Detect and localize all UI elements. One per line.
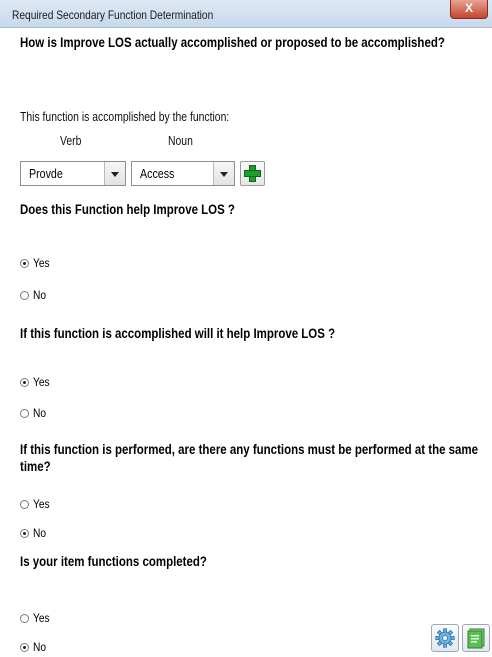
verb-header: Verb bbox=[60, 133, 82, 148]
radio-dot[interactable] bbox=[20, 528, 29, 538]
verb-select[interactable]: Provde bbox=[20, 161, 126, 186]
plus-icon[interactable] bbox=[240, 161, 265, 186]
title-bar: Required Secondary Function Determinatio… bbox=[0, 0, 492, 28]
radio-dot[interactable] bbox=[20, 642, 29, 652]
q2-yes-label: Yes bbox=[33, 256, 50, 270]
q5-yes-radio[interactable]: Yes bbox=[20, 610, 53, 626]
chevron-down-icon[interactable] bbox=[213, 162, 234, 185]
close-button[interactable]: X bbox=[450, 0, 488, 19]
report-button[interactable] bbox=[462, 624, 490, 652]
q4-yes-radio[interactable]: Yes bbox=[20, 496, 53, 512]
q5-no-radio[interactable]: No bbox=[20, 639, 48, 655]
q2-no-label: No bbox=[33, 288, 47, 302]
q2-yes-radio[interactable]: Yes bbox=[20, 255, 53, 271]
q4-yes-label: Yes bbox=[33, 497, 50, 511]
accomplished-by-label: This function is accomplished by the fun… bbox=[20, 109, 230, 124]
question-performed-same-time: If this function is performed, are there… bbox=[20, 441, 479, 474]
verb-select-value: Provde bbox=[29, 166, 63, 181]
q4-no-radio[interactable]: No bbox=[20, 525, 48, 541]
noun-select-value: Access bbox=[140, 166, 175, 181]
q3-no-label: No bbox=[33, 406, 47, 420]
q3-yes-radio[interactable]: Yes bbox=[20, 374, 53, 390]
noun-header: Noun bbox=[168, 133, 193, 148]
q3-no-radio[interactable]: No bbox=[20, 405, 48, 421]
chevron-down-icon[interactable] bbox=[104, 162, 125, 185]
question-will-help: If this function is accomplished will it… bbox=[20, 325, 336, 341]
settings-button[interactable] bbox=[431, 624, 459, 652]
radio-dot[interactable] bbox=[20, 613, 29, 623]
radio-dot[interactable] bbox=[20, 290, 29, 300]
radio-dot[interactable] bbox=[20, 408, 29, 418]
radio-dot[interactable] bbox=[20, 258, 29, 268]
question-accomplished: How is Improve LOS actually accomplished… bbox=[20, 34, 445, 50]
window-title: Required Secondary Function Determinatio… bbox=[12, 8, 214, 22]
q3-yes-label: Yes bbox=[33, 375, 50, 389]
q5-yes-label: Yes bbox=[33, 611, 50, 625]
document-icon bbox=[467, 628, 485, 649]
noun-select[interactable]: Access bbox=[131, 161, 235, 186]
q4-no-label: No bbox=[33, 526, 47, 540]
q2-no-radio[interactable]: No bbox=[20, 287, 48, 303]
radio-dot[interactable] bbox=[20, 377, 29, 387]
question-completed: Is your item functions completed? bbox=[20, 553, 207, 569]
question-help-improve: Does this Function help Improve LOS ? bbox=[20, 201, 235, 217]
radio-dot[interactable] bbox=[20, 499, 29, 509]
gear-icon bbox=[435, 628, 455, 648]
q5-no-label: No bbox=[33, 640, 47, 654]
